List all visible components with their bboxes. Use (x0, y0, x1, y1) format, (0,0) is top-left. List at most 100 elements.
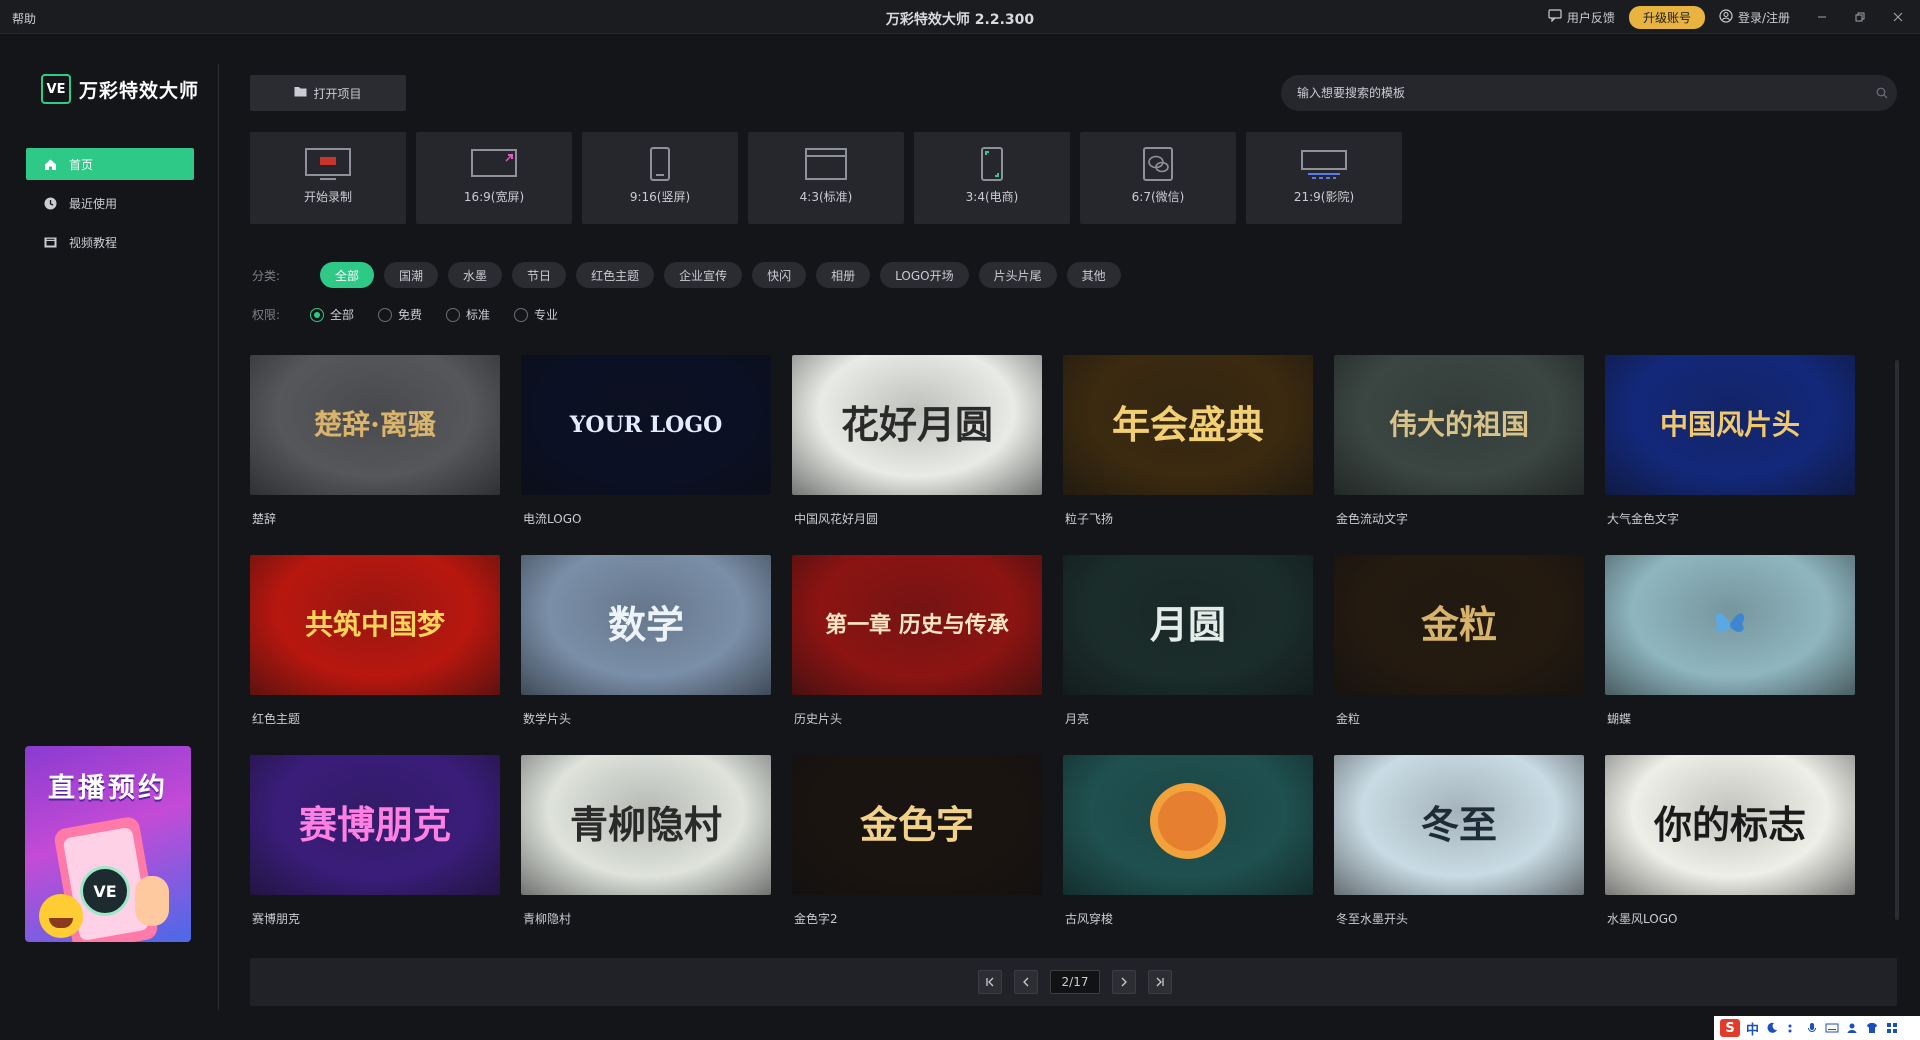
category-chip-ink[interactable]: 水墨 (448, 262, 503, 288)
template-thumbnail[interactable]: 金粒 (1334, 555, 1584, 695)
template-thumbnail[interactable] (1063, 755, 1313, 895)
template-card[interactable]: 数学 数学片头 (521, 555, 771, 755)
template-thumbnail[interactable]: 赛博朋克 (250, 755, 500, 895)
ratio-21-9[interactable]: 21:9(影院) (1246, 132, 1402, 224)
last-page-button[interactable] (1148, 970, 1172, 994)
shirt-icon[interactable] (1865, 1021, 1879, 1035)
template-card[interactable]: 蝴蝶 (1605, 555, 1855, 755)
template-card[interactable]: 第一章 历史与传承 历史片头 (792, 555, 1042, 755)
first-page-button[interactable] (978, 970, 1002, 994)
category-chip-all[interactable]: 全部 (320, 262, 375, 288)
sidebar-item-recent[interactable]: 最近使用 (26, 187, 194, 219)
grid-icon[interactable] (1885, 1021, 1899, 1035)
template-thumbnail[interactable]: 第一章 历史与传承 (792, 555, 1042, 695)
thumbnail-title: YOUR LOGO (569, 411, 723, 438)
ratio-label: 4:3(标准) (799, 190, 853, 204)
template-name: 红色主题 (252, 712, 301, 726)
template-card[interactable]: 金粒 金粒 (1334, 555, 1584, 755)
open-project-button[interactable]: 打开项目 (250, 75, 406, 111)
prev-page-button[interactable] (1014, 970, 1038, 994)
template-thumbnail[interactable]: 数学 (521, 555, 771, 695)
template-card[interactable]: 共筑中国梦 红色主题 (250, 555, 500, 755)
template-thumbnail[interactable]: YOUR LOGO (521, 355, 771, 495)
ratio-6-7[interactable]: 6:7(微信) (1080, 132, 1236, 224)
permission-radio-standard[interactable]: 标准 (446, 306, 490, 323)
template-thumbnail[interactable]: 青柳隐村 (521, 755, 771, 895)
page-indicator[interactable]: 2/17 (1050, 970, 1100, 994)
template-thumbnail[interactable] (1605, 555, 1855, 695)
permission-radio-free[interactable]: 免费 (378, 306, 422, 323)
template-thumbnail[interactable]: 金色字 (792, 755, 1042, 895)
category-chip-intro-outro[interactable]: 片头片尾 (978, 262, 1057, 288)
template-thumbnail[interactable]: 伟大的祖国 (1334, 355, 1584, 495)
search-icon[interactable] (1867, 87, 1897, 99)
user-icon[interactable] (1845, 1021, 1859, 1035)
ratio-3-4[interactable]: 3:4(电商) (914, 132, 1070, 224)
live-booking-banner[interactable]: 直播预约 VE (25, 746, 191, 942)
feedback-button[interactable]: 用户反馈 (1548, 9, 1615, 26)
feedback-label: 用户反馈 (1566, 10, 1615, 25)
restore-button[interactable] (1848, 6, 1872, 28)
permission-radio-all[interactable]: 全部 (310, 306, 354, 323)
template-card[interactable]: 花好月圆 中国风花好月圆 (792, 355, 1042, 555)
sogou-logo-icon[interactable]: S (1720, 1019, 1740, 1037)
category-chip-red[interactable]: 红色主题 (576, 262, 655, 288)
template-thumbnail[interactable]: 共筑中国梦 (250, 555, 500, 695)
search-input[interactable] (1297, 86, 1867, 100)
template-card[interactable]: 月圆 月亮 (1063, 555, 1313, 755)
template-card[interactable]: 楚辞·离骚 楚辞 (250, 355, 500, 555)
template-card[interactable]: 青柳隐村 青柳隐村 (521, 755, 771, 955)
template-thumbnail[interactable]: 中国风片头 (1605, 355, 1855, 495)
template-thumbnail[interactable]: 花好月圆 (792, 355, 1042, 495)
minimize-button[interactable] (1810, 6, 1834, 28)
category-chip-album[interactable]: 相册 (816, 262, 871, 288)
ratio-16-9[interactable]: 16:9(宽屏) (416, 132, 572, 224)
ratio-9-16[interactable]: 9:16(竖屏) (582, 132, 738, 224)
category-chip-flash[interactable]: 快闪 (752, 262, 807, 288)
template-card[interactable]: 金色字 金色字2 (792, 755, 1042, 955)
moon-icon[interactable] (1765, 1021, 1779, 1035)
ratio-label: 开始录制 (303, 190, 352, 204)
upgrade-button[interactable]: 升级账号 (1628, 5, 1705, 29)
template-card[interactable]: 冬至 冬至水墨开头 (1334, 755, 1584, 955)
template-name: 冬至水墨开头 (1336, 912, 1409, 926)
category-chip-guochao[interactable]: 国潮 (384, 262, 439, 288)
ratio-label: 16:9(宽屏) (463, 190, 525, 204)
template-grid: 楚辞·离骚 楚辞 YOUR LOGO 电流LOGO 花好月圆 中国风花好月圆 年会盛典… (250, 355, 1855, 955)
category-chip-logo[interactable]: LOGO开场 (880, 262, 969, 288)
close-button[interactable] (1886, 6, 1910, 28)
template-card[interactable]: YOUR LOGO 电流LOGO (521, 355, 771, 555)
sidebar-item-tutorials[interactable]: 视频教程 (26, 226, 194, 258)
ecommerce-icon (968, 146, 1016, 182)
butterfly-icon (1696, 604, 1764, 646)
template-card[interactable]: 古风穿梭 (1063, 755, 1313, 955)
chevron-right-icon (1121, 977, 1127, 987)
template-card[interactable]: 你的标志水墨风LOGO (1605, 755, 1855, 955)
template-card[interactable]: 年会盛典 粒子飞扬 (1063, 355, 1313, 555)
permission-radio-pro[interactable]: 专业 (514, 306, 558, 323)
ratio-4-3[interactable]: 4:3(标准) (748, 132, 904, 224)
next-page-button[interactable] (1112, 970, 1136, 994)
template-card[interactable]: 赛博朋克 赛博朋克 (250, 755, 500, 955)
punctuation-icon[interactable] (1785, 1021, 1799, 1035)
template-thumbnail[interactable]: 月圆 (1063, 555, 1313, 695)
template-thumbnail[interactable]: 你的标志 (1605, 755, 1855, 895)
keyboard-icon[interactable] (1825, 1021, 1839, 1035)
category-chip-festival[interactable]: 节日 (512, 262, 567, 288)
template-thumbnail[interactable]: 年会盛典 (1063, 355, 1313, 495)
new-project-ratios: 开始录制 16:9(宽屏) 9:16(竖屏) 4:3(标准) 3:4(电商) 6… (250, 132, 1402, 224)
microphone-icon[interactable] (1805, 1021, 1819, 1035)
template-name: 水墨风LOGO (1607, 912, 1678, 926)
template-card[interactable]: 中国风片头 大气金色文字 (1605, 355, 1855, 555)
template-thumbnail[interactable]: 楚辞·离骚 (250, 355, 500, 495)
ratio-record[interactable]: 开始录制 (250, 132, 406, 224)
category-chip-enterprise[interactable]: 企业宣传 (664, 262, 743, 288)
template-thumbnail[interactable]: 冬至 (1334, 755, 1584, 895)
category-chip-other[interactable]: 其他 (1066, 262, 1121, 288)
grid-scrollbar[interactable] (1895, 360, 1899, 920)
template-card[interactable]: 伟大的祖国 金色流动文字 (1334, 355, 1584, 555)
login-button[interactable]: 登录/注册 (1719, 8, 1790, 26)
ime-language[interactable]: 中 (1746, 1019, 1759, 1038)
sidebar-item-home[interactable]: 首页 (26, 148, 194, 180)
pagination-bar: 2/17 (250, 958, 1897, 1006)
